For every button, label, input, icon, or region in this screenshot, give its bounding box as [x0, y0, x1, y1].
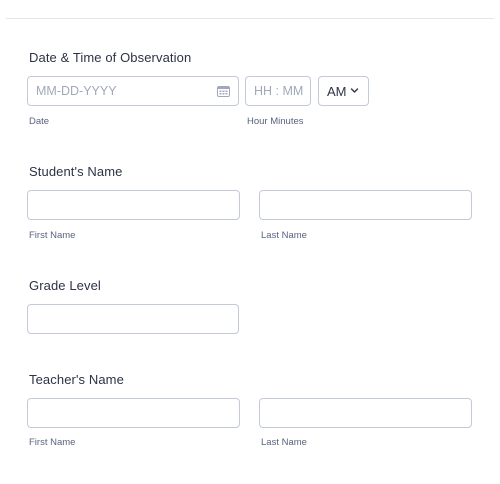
grade-label: Grade Level [29, 278, 101, 293]
time-input[interactable]: HH : MM [245, 76, 311, 106]
date-sublabel: Date [29, 116, 50, 127]
chevron-down-icon [350, 88, 359, 93]
teacher-last-name-input[interactable] [259, 398, 472, 428]
student-last-name-input[interactable] [259, 190, 472, 220]
teacher-last-sublabel: Last Name [261, 437, 307, 448]
ampm-select[interactable]: AM [318, 76, 369, 106]
student-label: Student's Name [29, 164, 123, 179]
teacher-label: Teacher's Name [29, 372, 124, 387]
teacher-first-name-input[interactable] [27, 398, 240, 428]
time-sublabel: Hour Minutes [247, 116, 304, 127]
calendar-icon[interactable] [217, 85, 230, 97]
student-first-name-input[interactable] [27, 190, 240, 220]
student-last-sublabel: Last Name [261, 230, 307, 241]
time-placeholder: HH : MM [254, 84, 304, 98]
observation-label: Date & Time of Observation [29, 50, 192, 65]
top-divider [6, 18, 494, 19]
date-input[interactable]: MM-DD-YYYY [27, 76, 239, 106]
ampm-value: AM [327, 84, 347, 99]
student-first-sublabel: First Name [29, 230, 76, 241]
grade-level-input[interactable] [27, 304, 239, 334]
teacher-first-sublabel: First Name [29, 437, 76, 448]
date-placeholder: MM-DD-YYYY [36, 84, 117, 98]
